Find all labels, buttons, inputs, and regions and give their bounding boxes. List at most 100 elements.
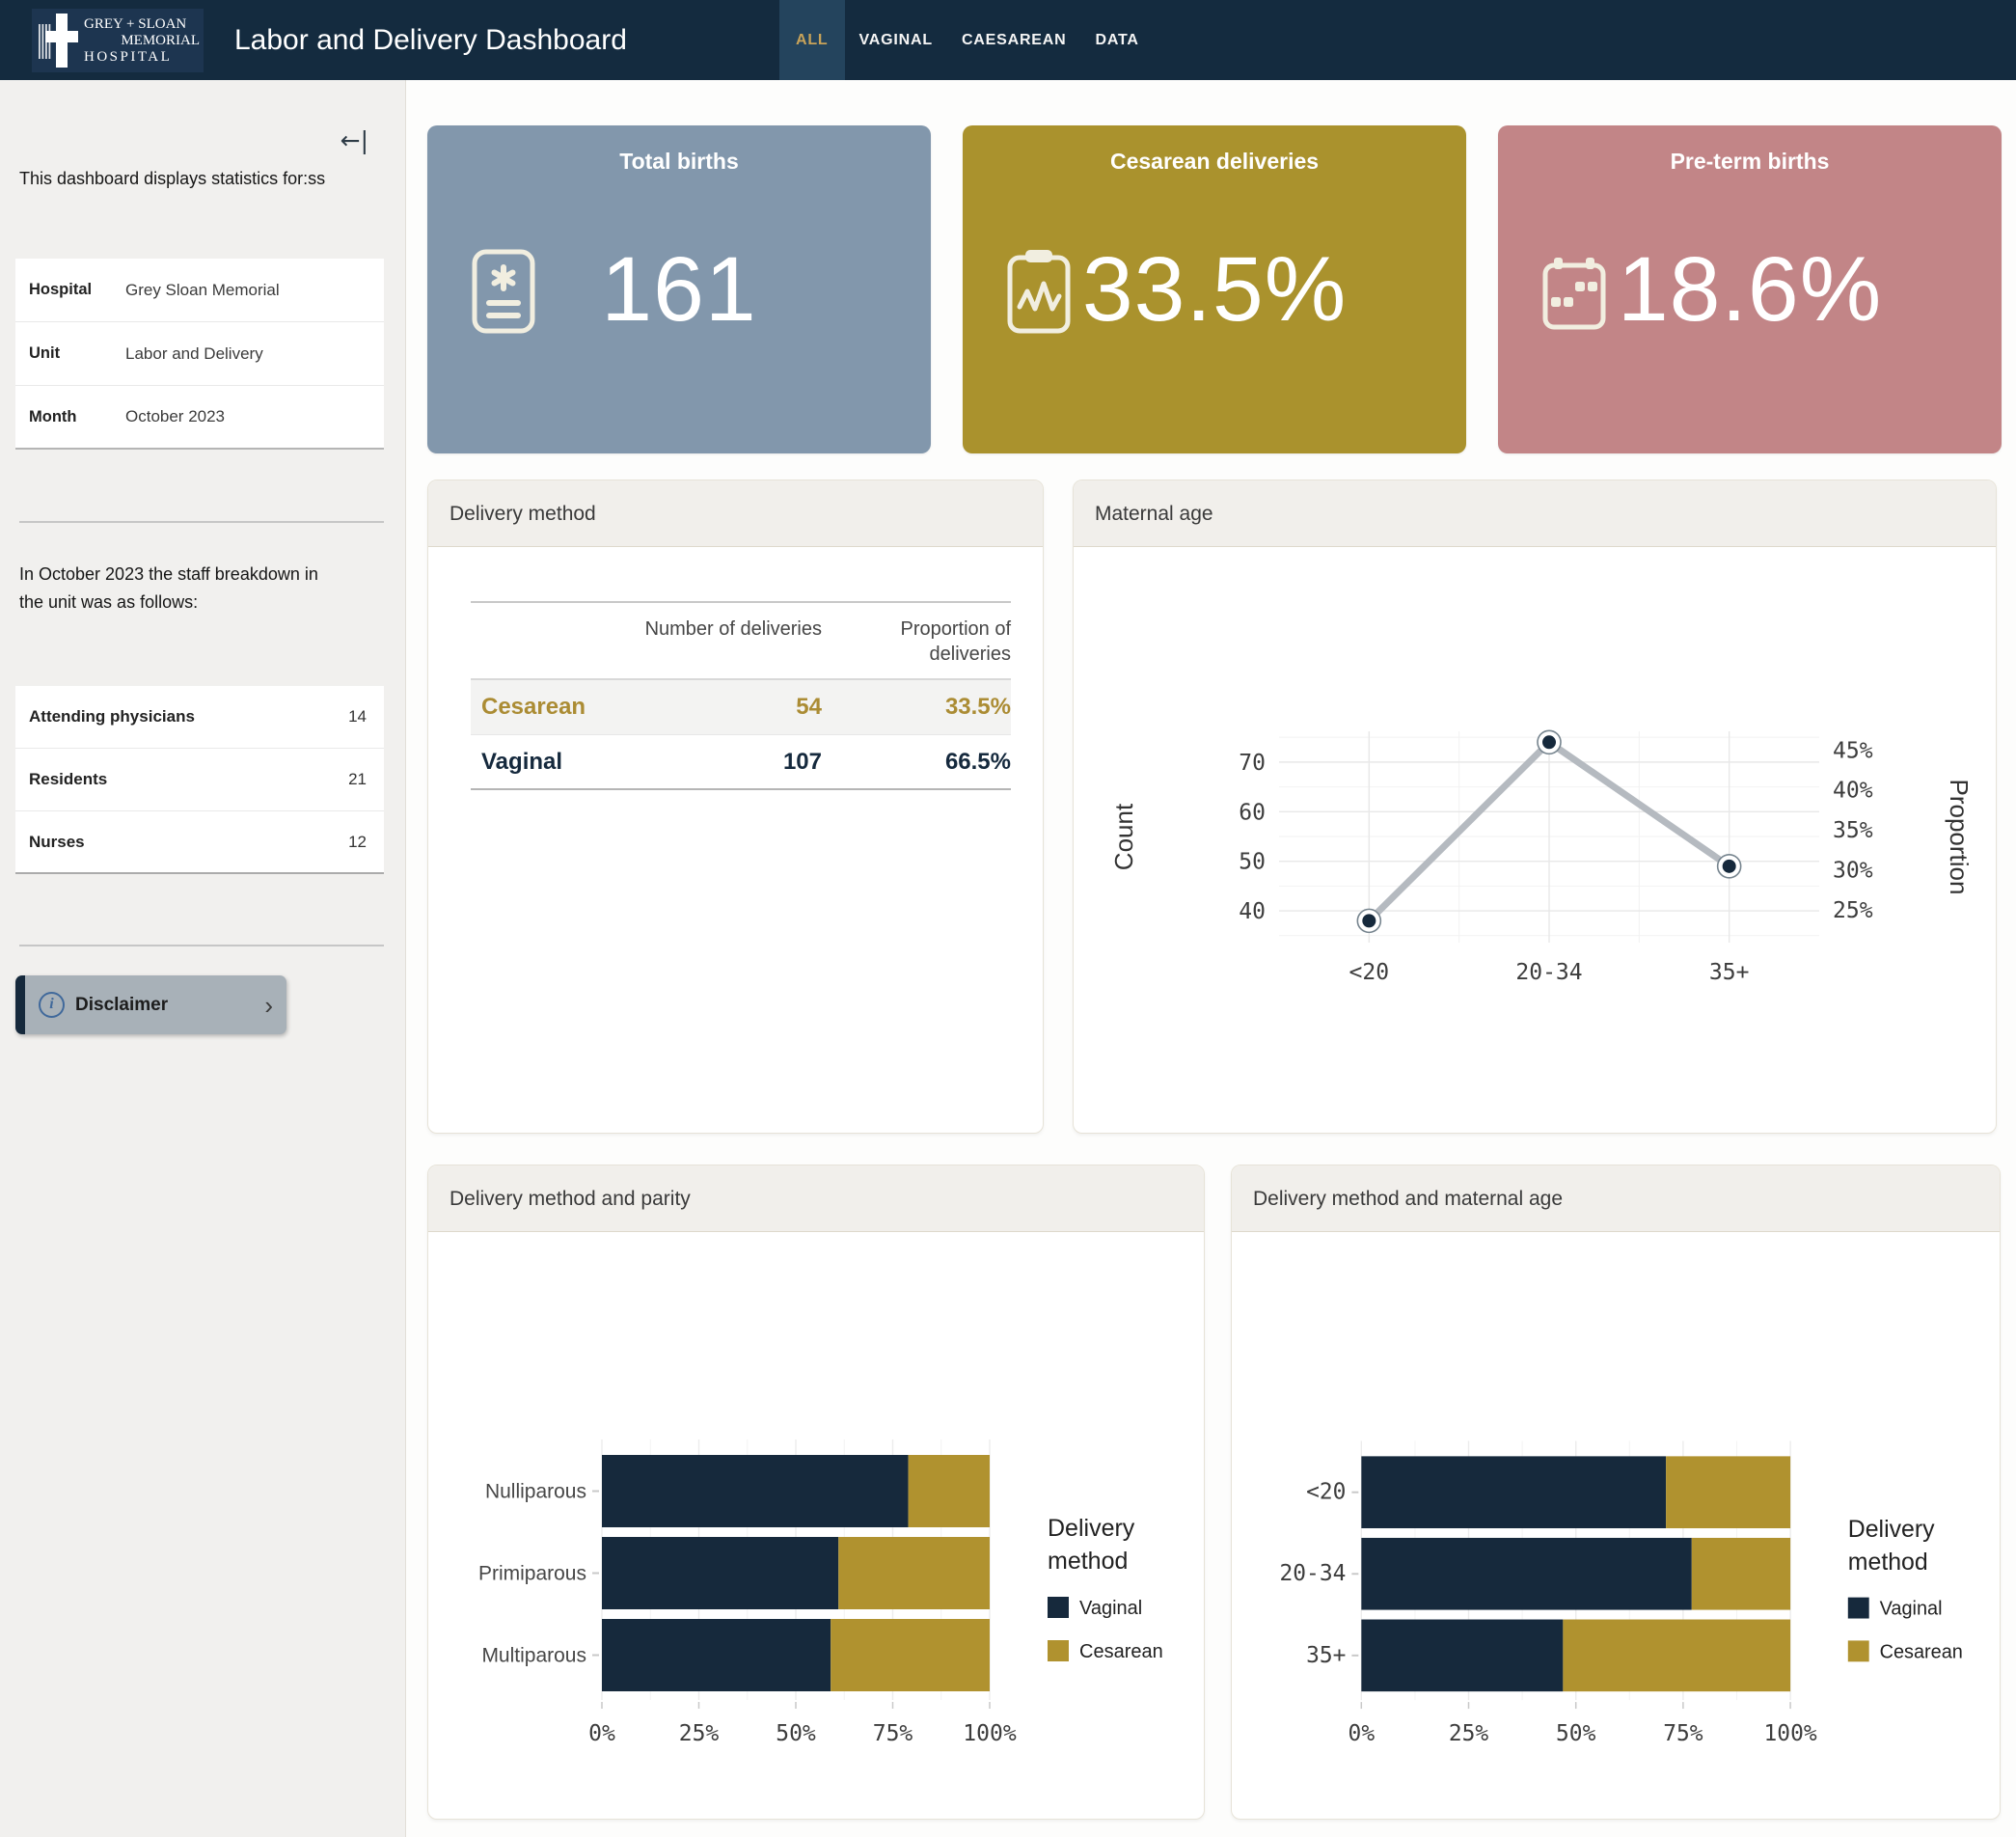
main-content: Total births 161 Cesarean deliveries 33.… xyxy=(406,80,2016,1837)
table-row: Cesarean 54 33.5% xyxy=(471,680,1011,735)
svg-text:Vaginal: Vaginal xyxy=(1880,1599,1943,1620)
svg-text:20-34: 20-34 xyxy=(1515,960,1582,985)
kpi-title: Pre-term births xyxy=(1498,149,2002,175)
svg-text:20-34: 20-34 xyxy=(1280,1561,1347,1586)
kpi-title: Cesarean deliveries xyxy=(963,149,1466,175)
table-row: Residents 21 xyxy=(15,749,384,811)
svg-text:35+: 35+ xyxy=(1709,960,1750,985)
svg-text:75%: 75% xyxy=(1663,1721,1703,1746)
info-label: Unit xyxy=(29,344,125,363)
info-label: Hospital xyxy=(29,281,125,299)
tab-all[interactable]: ALL xyxy=(779,0,845,80)
svg-text:35+: 35+ xyxy=(1306,1643,1346,1668)
row-proportion: 33.5% xyxy=(822,694,1011,721)
staff-intro-text: In October 2023 the staff breakdown in t… xyxy=(19,561,338,617)
staff-count: 14 xyxy=(348,707,367,727)
table-row: Month October 2023 xyxy=(15,386,384,450)
kpi-value: 33.5% xyxy=(963,222,1466,357)
svg-text:Multiparous: Multiparous xyxy=(481,1645,586,1667)
info-icon: i xyxy=(39,992,65,1018)
maternal-age-chart: 4050607025%30%35%40%45%<2020-3435+CountP… xyxy=(1076,548,1993,1134)
hospital-logo-text: GREY + SLOAN MEMORIAL HOSPITAL xyxy=(84,16,200,66)
svg-text:Primiparous: Primiparous xyxy=(478,1563,586,1585)
hospital-logo: GREY + SLOAN MEMORIAL HOSPITAL xyxy=(32,9,204,72)
svg-text:0%: 0% xyxy=(588,1721,615,1746)
staff-label: Nurses xyxy=(29,833,348,852)
svg-text:50%: 50% xyxy=(776,1721,816,1746)
svg-text:Cesarean: Cesarean xyxy=(1079,1641,1163,1662)
panel-delivery-method-parity: Delivery method and parity NulliparousPr… xyxy=(427,1165,1205,1820)
svg-text:25%: 25% xyxy=(679,1721,720,1746)
kpi-value: 161 xyxy=(427,222,931,357)
kpi-value: 18.6% xyxy=(1498,222,2002,357)
svg-text:70: 70 xyxy=(1239,751,1266,776)
sidebar: ←| This dashboard displays statistics fo… xyxy=(0,80,406,1837)
staff-count: 12 xyxy=(348,833,367,852)
row-number: 107 xyxy=(633,749,822,776)
row-proportion: 66.5% xyxy=(822,749,1011,776)
row-label: Cesarean xyxy=(471,694,633,721)
panel-title: Delivery method and parity xyxy=(428,1165,1204,1232)
divider xyxy=(19,521,384,523)
logo-line: GREY + SLOAN xyxy=(84,16,200,33)
hospital-cross-icon xyxy=(38,13,82,69)
svg-text:100%: 100% xyxy=(1764,1721,1817,1746)
table-header-row: Number of deliveries Proportion of deliv… xyxy=(471,603,1011,680)
svg-text:75%: 75% xyxy=(873,1721,913,1746)
panel-body: Number of deliveries Proportion of deliv… xyxy=(428,548,1043,1133)
panel-body: 4050607025%30%35%40%45%<2020-3435+CountP… xyxy=(1074,548,1996,1133)
parity-stacked-bar-chart: NulliparousPrimiparousMultiparous0%25%50… xyxy=(428,1233,1200,1820)
page-title: Labor and Delivery Dashboard xyxy=(234,0,627,80)
nav-tabs: ALL VAGINAL CAESAREAN DATA xyxy=(779,0,1154,80)
table-row: Unit Labor and Delivery xyxy=(15,322,384,386)
info-value: Labor and Delivery xyxy=(125,344,263,364)
panel-title: Delivery method and maternal age xyxy=(1232,1165,2000,1232)
info-label: Month xyxy=(29,408,125,426)
svg-text:60: 60 xyxy=(1239,800,1266,825)
staff-label: Attending physicians xyxy=(29,707,348,727)
kpi-card-preterm-births: Pre-term births 18.6% xyxy=(1498,125,2002,453)
age-stacked-bar-chart: <2020-3435+0%25%50%75%100%Deliverymethod… xyxy=(1232,1233,2000,1820)
panel-title: Delivery method xyxy=(428,480,1043,547)
kpi-card-cesarean-deliveries: Cesarean deliveries 33.5% xyxy=(963,125,1466,453)
svg-text:25%: 25% xyxy=(1833,898,1873,923)
logo-line: HOSPITAL xyxy=(84,49,200,66)
staff-table: Attending physicians 14 Residents 21 Nur… xyxy=(15,686,384,874)
tab-vaginal[interactable]: VAGINAL xyxy=(845,0,947,80)
row-number: 54 xyxy=(633,694,822,721)
sidebar-collapse-icon[interactable]: ←| xyxy=(341,126,368,154)
panel-title: Maternal age xyxy=(1074,480,1996,547)
svg-text:25%: 25% xyxy=(1449,1721,1489,1746)
info-value: October 2023 xyxy=(125,407,225,426)
table-row: Hospital Grey Sloan Memorial xyxy=(15,259,384,322)
hospital-info-table: Hospital Grey Sloan Memorial Unit Labor … xyxy=(15,259,384,450)
svg-text:50%: 50% xyxy=(1556,1721,1596,1746)
svg-text:40%: 40% xyxy=(1833,779,1873,804)
svg-text:<20: <20 xyxy=(1349,960,1390,985)
divider xyxy=(19,945,384,946)
svg-text:40: 40 xyxy=(1239,899,1266,924)
info-value: Grey Sloan Memorial xyxy=(125,281,280,300)
column-header: Number of deliveries xyxy=(633,617,822,667)
tab-data[interactable]: DATA xyxy=(1080,0,1153,80)
svg-text:30%: 30% xyxy=(1833,858,1873,883)
header: GREY + SLOAN MEMORIAL HOSPITAL Labor and… xyxy=(0,0,2016,80)
svg-text:Proportion: Proportion xyxy=(1945,780,1974,895)
column-header: Proportion of deliveries xyxy=(822,617,1011,667)
table-row: Nurses 12 xyxy=(15,811,384,874)
tab-caesarean[interactable]: CAESAREAN xyxy=(947,0,1081,80)
kpi-title: Total births xyxy=(427,149,931,175)
table-row: Vaginal 107 66.5% xyxy=(471,735,1011,790)
disclaimer-label: Disclaimer xyxy=(75,995,168,1016)
svg-text:0%: 0% xyxy=(1349,1721,1376,1746)
svg-text:Delivery: Delivery xyxy=(1048,1515,1135,1542)
table-row: Attending physicians 14 xyxy=(15,686,384,749)
staff-label: Residents xyxy=(29,770,348,789)
svg-text:Vaginal: Vaginal xyxy=(1079,1598,1142,1619)
staff-count: 21 xyxy=(348,770,367,789)
logo-line: MEMORIAL xyxy=(84,33,200,49)
sidebar-intro-text: This dashboard displays statistics for:s… xyxy=(19,165,376,193)
svg-text:35%: 35% xyxy=(1833,818,1873,843)
row-label: Vaginal xyxy=(471,749,633,776)
disclaimer-button[interactable]: i Disclaimer › xyxy=(15,975,286,1034)
